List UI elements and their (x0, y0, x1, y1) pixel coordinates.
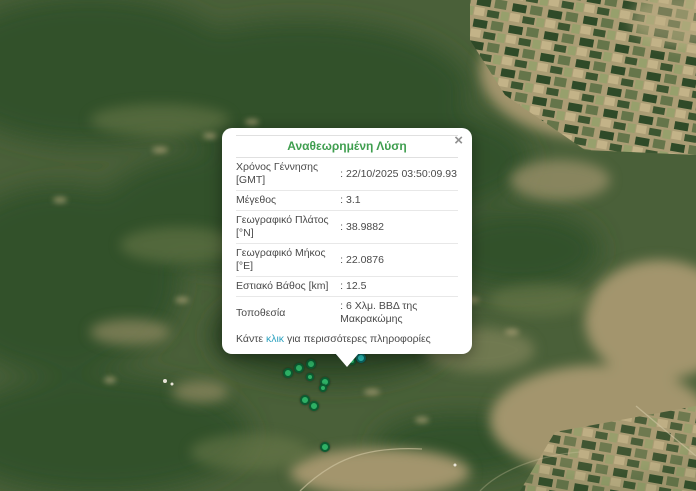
table-row: Εστιακό Βάθος [km] : 12.5 (236, 277, 458, 297)
table-row: Μέγεθος : 3.1 (236, 191, 458, 211)
table-row: Χρόνος Γέννησης [GMT] : 22/10/2025 03:50… (236, 158, 458, 191)
earthquake-info-popup: × Αναθεωρημένη Λύση Χρόνος Γέννησης [GMT… (222, 128, 472, 354)
latitude-label: Γεωγραφικό Πλάτος [°N] (236, 211, 340, 244)
longitude-value: : 22.0876 (340, 244, 458, 277)
location-label: Τοποθεσία (236, 297, 340, 330)
location-value: : 6 Χλμ. ΒΒΔ της Μακρακώμης (340, 297, 458, 330)
close-icon[interactable]: × (454, 133, 463, 148)
table-row: Γεωγραφικό Μήκος [°E] : 22.0876 (236, 244, 458, 277)
longitude-label: Γεωγραφικό Μήκος [°E] (236, 244, 340, 277)
earthquake-marker[interactable] (319, 384, 327, 392)
map-viewport[interactable]: × Αναθεωρημένη Λύση Χρόνος Γέννησης [GMT… (0, 0, 696, 491)
table-row: Γεωγραφικό Πλάτος [°N] : 38.9882 (236, 211, 458, 244)
footer-suffix: για περισσότερες πληροφορίες (287, 333, 431, 345)
more-info-link[interactable]: κλικ (266, 333, 284, 345)
earthquake-marker[interactable] (306, 373, 314, 381)
earthquake-marker[interactable] (320, 442, 330, 452)
magnitude-value: : 3.1 (340, 191, 458, 211)
depth-value: : 12.5 (340, 277, 458, 297)
depth-label: Εστιακό Βάθος [km] (236, 277, 340, 297)
earthquake-marker[interactable] (283, 368, 293, 378)
footer-prefix: Κάντε (236, 333, 263, 345)
origin-time-value: : 22/10/2025 03:50:09.93 (340, 158, 458, 191)
popup-pointer-icon (335, 353, 359, 367)
popup-title: Αναθεωρημένη Λύση (236, 136, 458, 158)
latitude-value: : 38.9882 (340, 211, 458, 244)
magnitude-label: Μέγεθος (236, 191, 340, 211)
table-row: Τοποθεσία : 6 Χλμ. ΒΒΔ της Μακρακώμης (236, 297, 458, 330)
earthquake-info-table: Αναθεωρημένη Λύση Χρόνος Γέννησης [GMT] … (236, 135, 458, 329)
popup-footer: Κάντε κλικ για περισσότερες πληροφορίες (236, 333, 458, 345)
earthquake-marker[interactable] (309, 401, 319, 411)
origin-time-label: Χρόνος Γέννησης [GMT] (236, 158, 340, 191)
earthquake-marker[interactable] (306, 359, 316, 369)
earthquake-marker[interactable] (294, 363, 304, 373)
